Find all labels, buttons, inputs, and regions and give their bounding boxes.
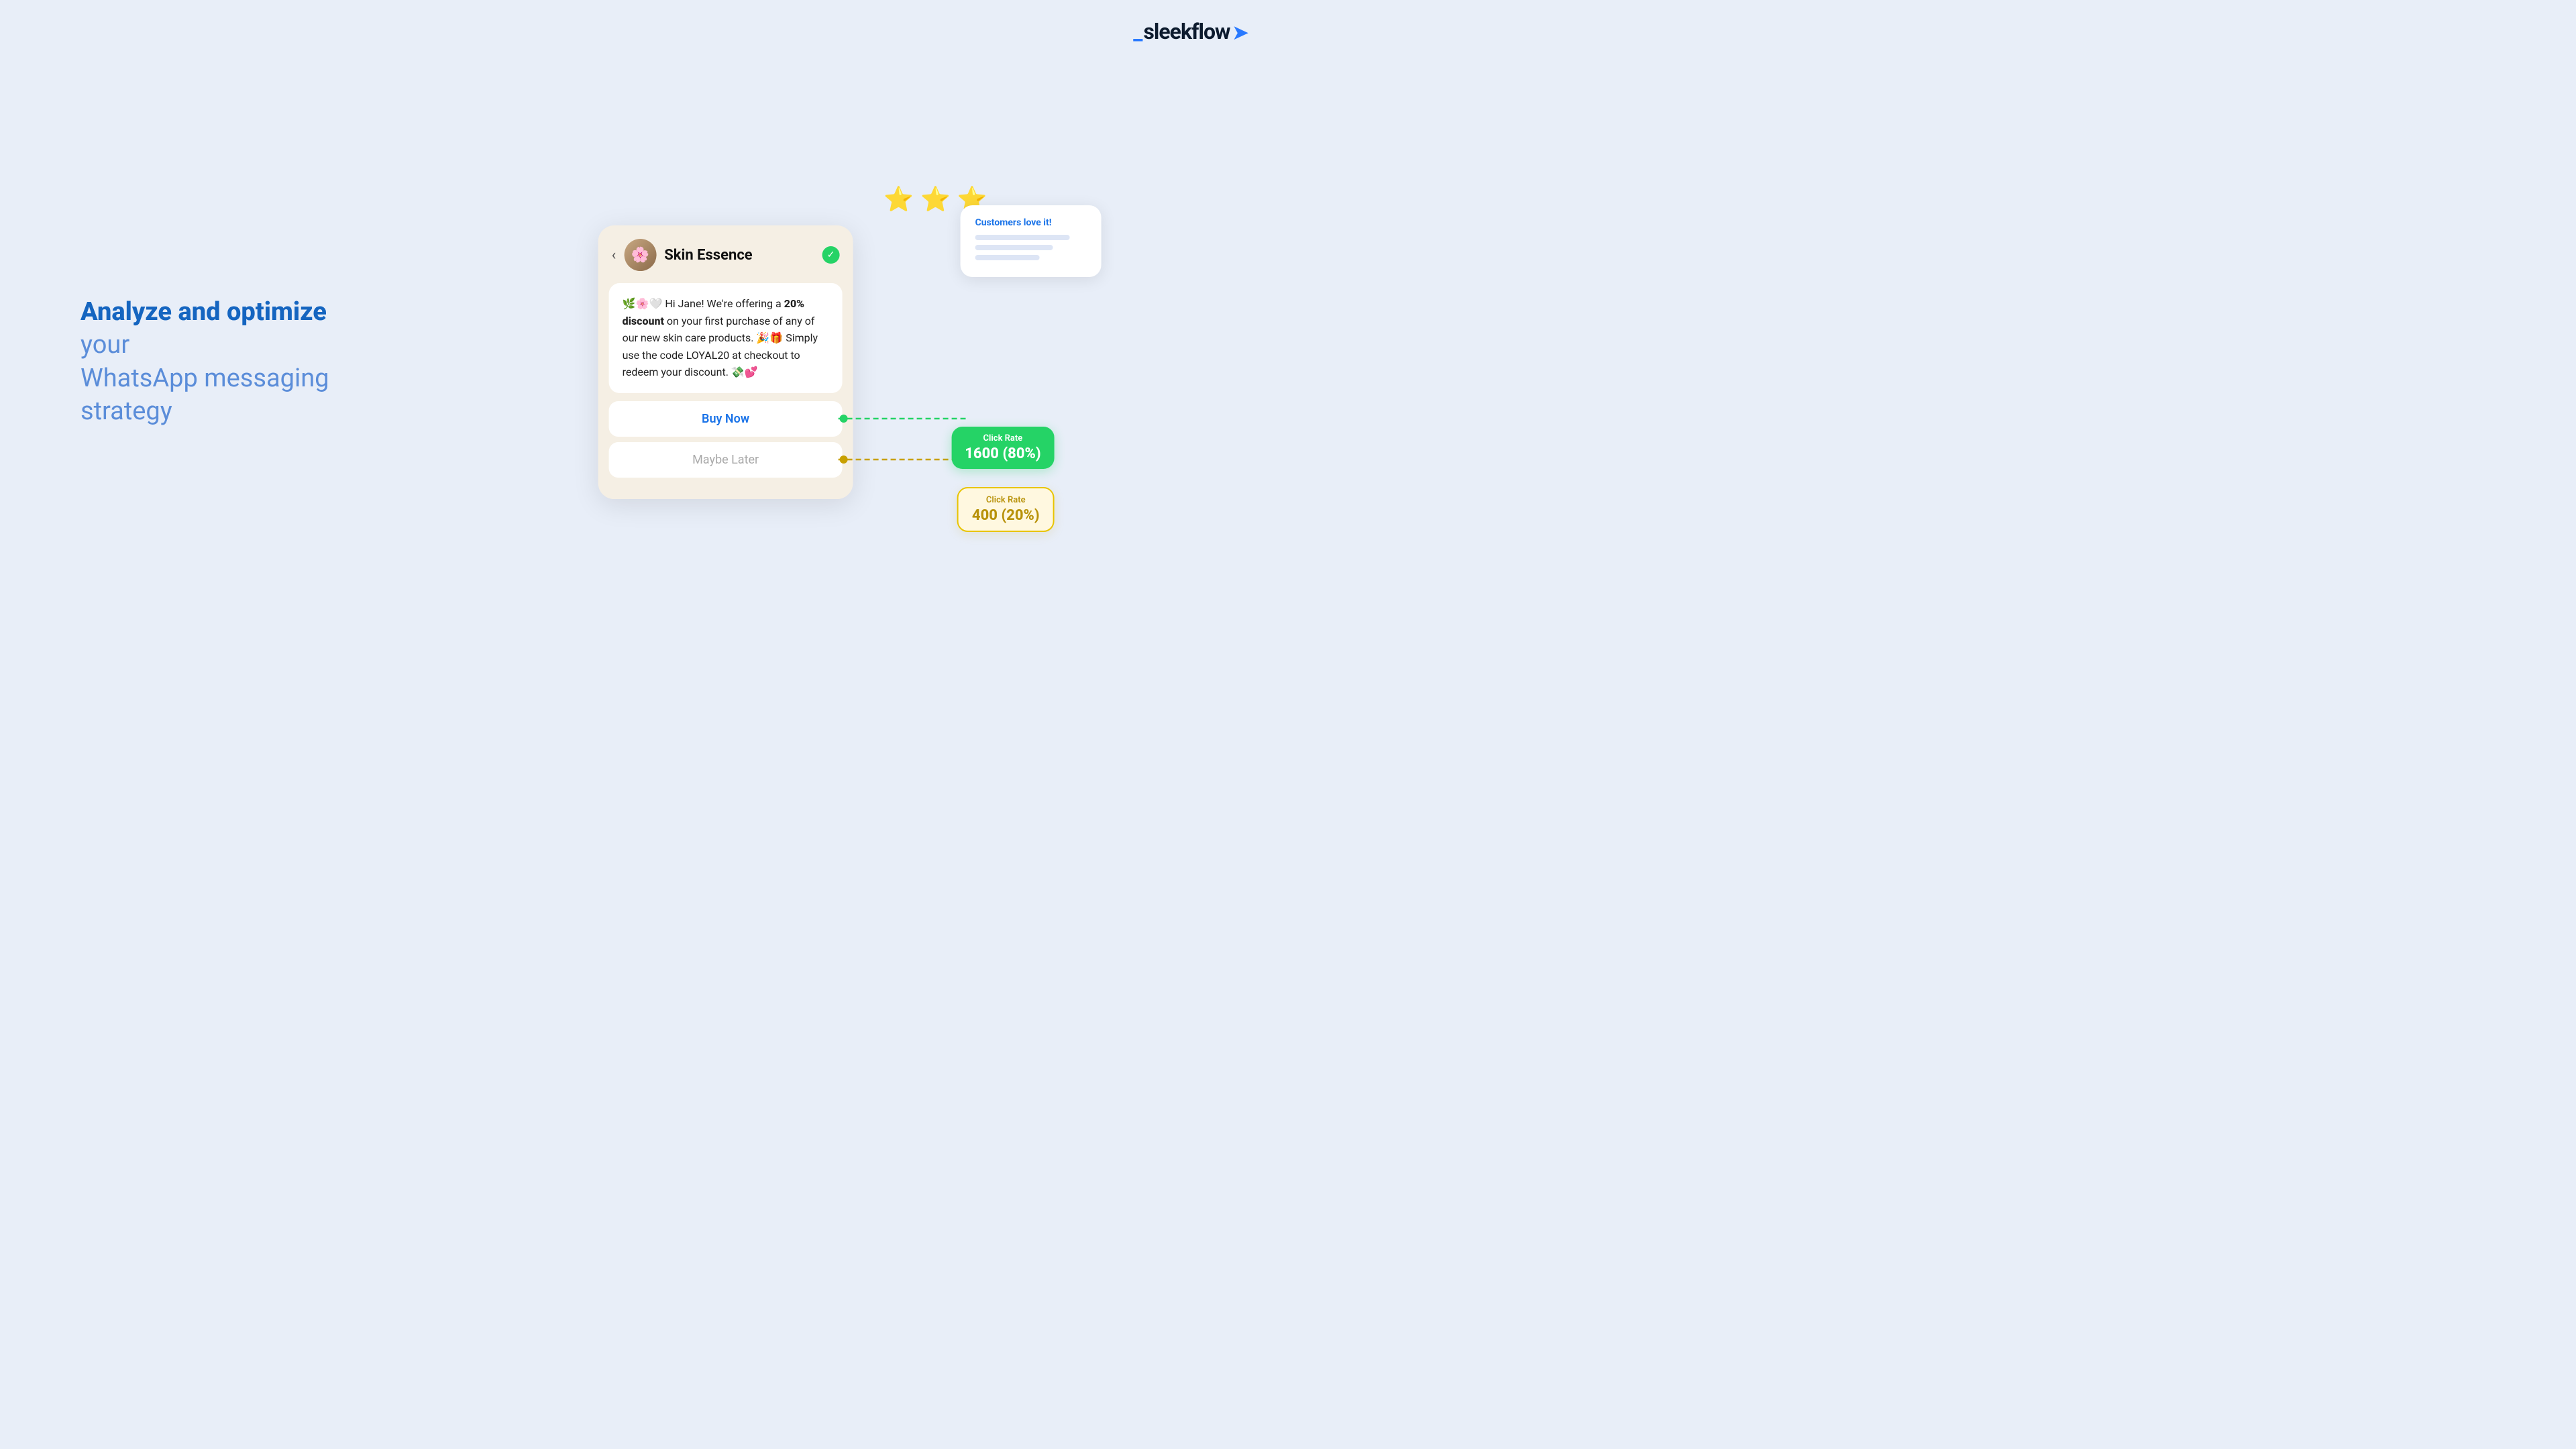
chat-wrapper: ⭐ ⭐ ⭐ Customers love it! ‹ 🌸 Skin Essenc… [598, 225, 853, 499]
logo: _sleekflow➤ [1133, 19, 1248, 44]
buy-now-button[interactable]: Buy Now [609, 401, 843, 437]
star-2: ⭐ [920, 185, 951, 213]
click-rate-green-badge: Click Rate 1600 (80%) [951, 427, 1054, 469]
contact-name: Skin Essence [664, 247, 814, 264]
logo-arrow-icon: ➤ [1233, 21, 1248, 44]
verified-icon: ✓ [822, 246, 840, 264]
hero-line2: WhatsApp messaging strategy [80, 364, 329, 426]
discount-bold: 20% discount [623, 297, 804, 327]
chat-card: ‹ 🌸 Skin Essence ✓ 🌿🌸🤍 Hi Jane! We're of… [598, 225, 853, 499]
maybe-later-button[interactable]: Maybe Later [609, 442, 843, 478]
logo-underscore: _ [1133, 19, 1142, 44]
maybe-later-container: Maybe Later [609, 442, 843, 478]
hero-text: Analyze and optimize your WhatsApp messa… [80, 296, 376, 429]
hero-line1-bold: Analyze and optimize [80, 297, 327, 327]
click-rate-yellow-badge: Click Rate 400 (20%) [957, 487, 1055, 532]
click-rate-green-label: Click Rate [965, 433, 1040, 443]
message-bubble: 🌿🌸🤍 Hi Jane! We're offering a 20% discou… [609, 283, 843, 393]
buy-now-label: Buy Now [702, 412, 749, 426]
review-card: Customers love it! [961, 205, 1102, 277]
review-line-2 [975, 245, 1053, 250]
review-title: Customers love it! [975, 217, 1087, 228]
review-line-1 [975, 235, 1070, 240]
click-rate-yellow-value: 400 (20%) [972, 507, 1040, 524]
maybe-later-label: Maybe Later [692, 453, 759, 467]
hero-line1-normal: your [80, 331, 129, 360]
dashed-line-green [839, 417, 966, 420]
click-rate-yellow-label: Click Rate [972, 495, 1040, 505]
back-arrow-icon[interactable]: ‹ [612, 247, 616, 264]
star-1: ⭐ [883, 185, 914, 213]
checkmark-icon: ✓ [827, 250, 835, 260]
dashed-line-yellow [839, 458, 966, 461]
buy-now-container: Buy Now [609, 401, 843, 437]
click-rate-green-value: 1600 (80%) [965, 445, 1040, 462]
logo-text: sleekflow [1143, 19, 1230, 44]
chat-header: ‹ 🌸 Skin Essence ✓ [609, 239, 843, 271]
review-line-3 [975, 255, 1040, 260]
avatar: 🌸 [624, 239, 656, 271]
